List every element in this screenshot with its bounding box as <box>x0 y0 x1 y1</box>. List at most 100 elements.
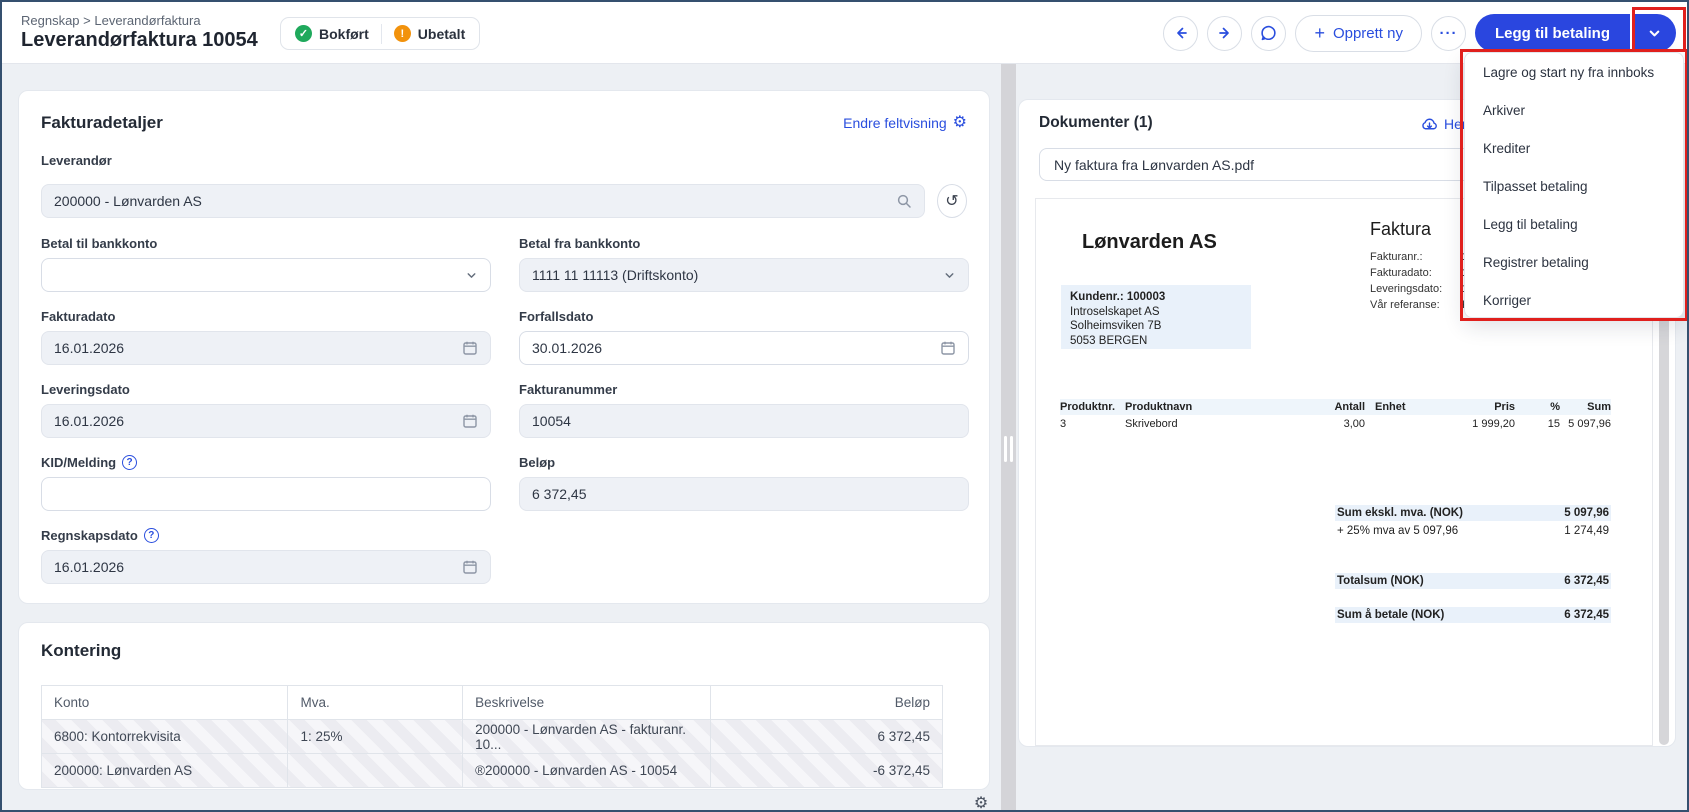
help-icon[interactable]: ? <box>122 455 137 470</box>
posted-badge-label: Bokført <box>319 26 369 42</box>
forward-button[interactable] <box>1207 16 1242 51</box>
menu-item-registrer-betaling[interactable]: Registrer betaling <box>1465 243 1683 281</box>
warning-circle-icon: ! <box>394 25 411 42</box>
posting-table: Konto Mva. Beskrivelse Beløp 6800: Konto… <box>41 685 943 788</box>
supplier-field[interactable]: 200000 - Lønvarden AS <box>41 184 925 218</box>
arrow-left-icon <box>1173 25 1189 41</box>
arrow-right-icon <box>1217 25 1233 41</box>
menu-item-korriger[interactable]: Korriger <box>1465 281 1683 319</box>
customer-number: Kundenr.: 100003 <box>1070 290 1242 305</box>
col: Sum <box>1560 401 1611 413</box>
supplier-value: 200000 - Lønvarden AS <box>54 193 202 209</box>
panel-resize-divider[interactable] <box>1001 64 1016 812</box>
col-beskrivelse: Beskrivelse <box>463 686 710 720</box>
add-payment-dropdown-toggle[interactable] <box>1632 14 1676 52</box>
menu-item-krediter[interactable]: Krediter <box>1465 129 1683 167</box>
cell: Skrivebord <box>1125 418 1290 430</box>
supplier-label: Leverandør <box>41 153 967 168</box>
menu-item-lagre-og-start-ny[interactable]: Lagre og start ny fra innboks <box>1465 53 1683 91</box>
back-button[interactable] <box>1163 16 1198 51</box>
posting-card: Kontering Konto Mva. Beskrivelse Beløp 6… <box>18 622 990 790</box>
amount-input[interactable]: 6 372,45 <box>519 477 969 511</box>
status-badges: ✓ Bokført ! Ubetalt <box>280 17 480 50</box>
field-regnskapsdato: Regnskapsdato ? 16.01.2026 <box>41 528 491 584</box>
menu-item-arkiver[interactable]: Arkiver <box>1465 91 1683 129</box>
kid-message-input[interactable] <box>41 477 491 511</box>
help-icon[interactable]: ? <box>144 528 159 543</box>
cell-mva <box>288 754 463 787</box>
unpaid-badge-label: Ubetalt <box>418 26 465 42</box>
change-field-view-link[interactable]: Endre feltvisning ⚙ <box>843 115 967 131</box>
due-date-input[interactable]: 30.01.2026 <box>519 331 969 365</box>
cell-konto: 6800: Kontorrekvisita <box>42 720 288 753</box>
breadcrumb[interactable]: Regnskap > Leverandørfaktura <box>21 13 201 28</box>
field-belop: Beløp 6 372,45 <box>519 455 969 511</box>
add-payment-button[interactable]: Legg til betaling <box>1475 14 1630 52</box>
col: Enhet <box>1365 401 1425 413</box>
invoice-number-input[interactable]: 10054 <box>519 404 969 438</box>
invoice-customer-box: Kundenr.: 100003 Introselskapet AS Solhe… <box>1061 285 1251 349</box>
plus-icon: + <box>1314 24 1325 42</box>
cell-beskrivelse: 200000 - Lønvarden AS - fakturanr. 10... <box>463 720 710 753</box>
pay-to-account-select[interactable] <box>41 258 491 292</box>
field-value: 6 372,45 <box>532 486 587 502</box>
menu-item-tilpasset-betaling[interactable]: Tilpasset betaling <box>1465 167 1683 205</box>
customer-city: 5053 BERGEN <box>1070 334 1242 349</box>
delivery-date-input[interactable]: 16.01.2026 <box>41 404 491 438</box>
field-value: 10054 <box>532 413 571 429</box>
meta-label: Vår referanse: <box>1370 299 1462 311</box>
accounting-date-input[interactable]: 16.01.2026 <box>41 550 491 584</box>
field-value: 16.01.2026 <box>54 413 124 429</box>
col-belop: Beløp <box>711 686 942 720</box>
field-label: Leveringsdato <box>41 382 491 397</box>
history-button[interactable]: ↺ <box>937 184 967 218</box>
unpaid-badge: ! Ubetalt <box>394 25 465 42</box>
cell: 15 <box>1515 418 1560 430</box>
field-label: KID/Melding ? <box>41 455 491 470</box>
comments-button[interactable] <box>1251 16 1286 51</box>
cell-beskrivelse: ®200000 - Lønvarden AS - 10054 <box>463 754 710 787</box>
table-settings-button[interactable]: ⚙ <box>966 787 996 812</box>
more-actions-button[interactable]: ··· <box>1431 16 1466 51</box>
field-fakturadato: Fakturadato 16.01.2026 <box>41 309 491 365</box>
ellipsis-icon: ··· <box>1440 26 1458 41</box>
meta-label: Fakturanr.: <box>1370 251 1462 263</box>
table-row[interactable]: 200000: Lønvarden AS ®200000 - Lønvarden… <box>42 753 942 787</box>
total-row: Totalsum (NOK) 6 372,45 <box>1335 573 1611 589</box>
customer-name: Introselskapet AS <box>1070 305 1242 320</box>
total-value: 6 372,45 <box>1564 575 1609 587</box>
badge-divider <box>381 24 382 44</box>
total-row: Sum å betale (NOK) 6 372,45 <box>1335 607 1611 623</box>
app-window: Regnskap > Leverandørfaktura Leverandørf… <box>0 0 1689 812</box>
gear-icon: ⚙ <box>974 796 988 812</box>
col: Produktnavn <box>1125 401 1290 413</box>
field-betal-fra-bankkonto: Betal fra bankkonto 1111 11 11113 (Drift… <box>519 236 969 292</box>
cell-mva: 1: 25% <box>288 720 463 753</box>
pay-from-account-select[interactable]: 1111 11 11113 (Driftskonto) <box>519 258 969 292</box>
document-file-name: Ny faktura fra Lønvarden AS.pdf <box>1054 157 1254 173</box>
col: Produktnr. <box>1060 401 1125 413</box>
field-betal-til-bankkonto: Betal til bankkonto <box>41 236 491 292</box>
invoice-table-row: 3 Skrivebord 3,00 1 999,20 15 5 097,96 <box>1060 415 1611 433</box>
col: Antall <box>1290 401 1365 413</box>
invoice-table-header: Produktnr. Produktnavn Antall Enhet Pris… <box>1060 399 1611 415</box>
add-payment-split-button: Legg til betaling <box>1475 14 1676 52</box>
col-konto: Konto <box>42 686 288 720</box>
field-value: 1111 11 11113 (Driftskonto) <box>532 267 698 283</box>
invoice-date-input[interactable]: 16.01.2026 <box>41 331 491 365</box>
calendar-icon <box>462 413 478 429</box>
cell-belop: -6 372,45 <box>711 754 942 787</box>
topbar: Regnskap > Leverandørfaktura Leverandørf… <box>2 2 1687 64</box>
menu-item-legg-til-betaling[interactable]: Legg til betaling <box>1465 205 1683 243</box>
total-row: Sum ekskl. mva. (NOK) 5 097,96 <box>1335 505 1611 521</box>
cloud-download-icon <box>1421 117 1438 132</box>
field-leveringsdato: Leveringsdato 16.01.2026 <box>41 382 491 438</box>
invoice-product-table: Produktnr. Produktnavn Antall Enhet Pris… <box>1060 399 1611 433</box>
table-row[interactable]: 6800: Kontorrekvisita 1: 25% 200000 - Lø… <box>42 720 942 753</box>
create-new-button[interactable]: + Opprett ny <box>1295 15 1422 52</box>
col: % <box>1515 401 1560 413</box>
chevron-down-icon <box>1647 26 1662 41</box>
documents-title: Dokumenter (1) <box>1039 114 1153 132</box>
total-row: + 25% mva av 5 097,96 1 274,49 <box>1335 523 1611 539</box>
add-payment-dropdown-menu: Lagre og start ny fra innboks Arkiver Kr… <box>1464 52 1684 318</box>
